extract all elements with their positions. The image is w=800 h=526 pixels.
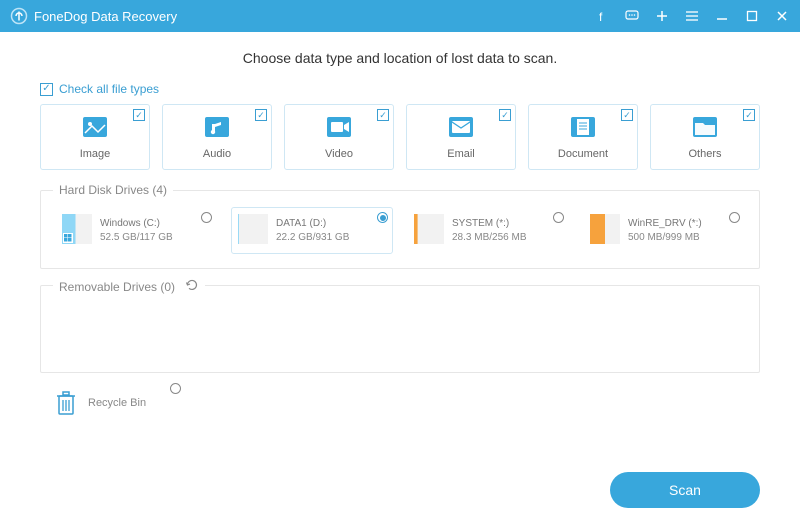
type-label: Video <box>325 148 353 160</box>
drive-icon <box>590 214 620 247</box>
refresh-icon[interactable] <box>185 278 199 295</box>
drive-radio[interactable] <box>729 212 740 223</box>
drives-row: Windows (C:)52.5 GB/117 GB DATA1 (D:)22.2… <box>55 207 745 254</box>
check-all-label: Check all file types <box>59 82 159 96</box>
recycle-bin-row[interactable]: Recycle Bin <box>40 389 760 417</box>
document-icon <box>569 115 597 142</box>
removable-section: Removable Drives (0) <box>40 285 760 373</box>
recycle-bin-radio[interactable] <box>170 383 181 394</box>
page-heading: Choose data type and location of lost da… <box>40 50 760 66</box>
type-card-others[interactable]: Others <box>650 104 760 170</box>
type-card-video[interactable]: Video <box>284 104 394 170</box>
drive-size: 22.2 GB/931 GB <box>276 231 349 245</box>
removable-legend: Removable Drives (0) <box>59 280 175 294</box>
app-title: FoneDog Data Recovery <box>34 9 177 24</box>
type-checkbox[interactable] <box>499 109 511 121</box>
drive-item[interactable]: WinRE_DRV (*:)500 MB/999 MB <box>583 207 745 254</box>
drive-size: 52.5 GB/117 GB <box>100 231 173 245</box>
scan-button[interactable]: Scan <box>610 472 760 508</box>
drive-radio[interactable] <box>553 212 564 223</box>
drive-size: 28.3 MB/256 MB <box>452 231 526 245</box>
check-all-checkbox[interactable] <box>40 83 53 96</box>
hard-disk-section: Hard Disk Drives (4) Windows (C:)52.5 GB… <box>40 190 760 269</box>
drive-icon <box>414 214 444 247</box>
others-icon <box>691 115 719 142</box>
type-checkbox[interactable] <box>621 109 633 121</box>
type-card-audio[interactable]: Audio <box>162 104 272 170</box>
type-checkbox[interactable] <box>743 109 755 121</box>
app-brand: FoneDog Data Recovery <box>10 7 177 25</box>
type-card-image[interactable]: Image <box>40 104 150 170</box>
drive-name: WinRE_DRV (*:) <box>628 217 702 231</box>
type-label: Email <box>447 148 475 160</box>
feedback-icon[interactable] <box>624 8 640 24</box>
drive-radio[interactable] <box>377 212 388 223</box>
recycle-bin-label: Recycle Bin <box>88 397 146 409</box>
drive-name: SYSTEM (*:) <box>452 217 526 231</box>
email-icon <box>447 115 475 142</box>
type-label: Document <box>558 148 608 160</box>
minimize-icon[interactable] <box>714 8 730 24</box>
type-card-document[interactable]: Document <box>528 104 638 170</box>
titlebar: FoneDog Data Recovery f <box>0 0 800 32</box>
type-card-email[interactable]: Email <box>406 104 516 170</box>
svg-text:f: f <box>599 10 603 22</box>
drive-icon <box>62 214 92 247</box>
recycle-bin-icon <box>54 389 78 417</box>
drive-item[interactable]: SYSTEM (*:)28.3 MB/256 MB <box>407 207 569 254</box>
drive-radio[interactable] <box>201 212 212 223</box>
type-label: Others <box>688 148 721 160</box>
audio-icon <box>203 115 231 142</box>
menu-icon[interactable] <box>684 8 700 24</box>
maximize-icon[interactable] <box>744 8 760 24</box>
image-icon <box>81 115 109 142</box>
close-icon[interactable] <box>774 8 790 24</box>
drive-size: 500 MB/999 MB <box>628 231 702 245</box>
video-icon <box>325 115 353 142</box>
drive-item[interactable]: Windows (C:)52.5 GB/117 GB <box>55 207 217 254</box>
logo-icon <box>10 7 28 25</box>
drive-item[interactable]: DATA1 (D:)22.2 GB/931 GB <box>231 207 393 254</box>
hard-disk-legend: Hard Disk Drives (4) <box>53 183 173 197</box>
facebook-icon[interactable]: f <box>594 8 610 24</box>
type-checkbox[interactable] <box>255 109 267 121</box>
type-label: Image <box>80 148 111 160</box>
check-all-row[interactable]: Check all file types <box>40 82 760 96</box>
drive-icon <box>238 214 268 247</box>
type-checkbox[interactable] <box>133 109 145 121</box>
add-icon[interactable] <box>654 8 670 24</box>
drive-name: DATA1 (D:) <box>276 217 349 231</box>
drive-name: Windows (C:) <box>100 217 173 231</box>
type-label: Audio <box>203 148 231 160</box>
file-types-row: Image Audio Video Email Document Others <box>40 104 760 170</box>
type-checkbox[interactable] <box>377 109 389 121</box>
